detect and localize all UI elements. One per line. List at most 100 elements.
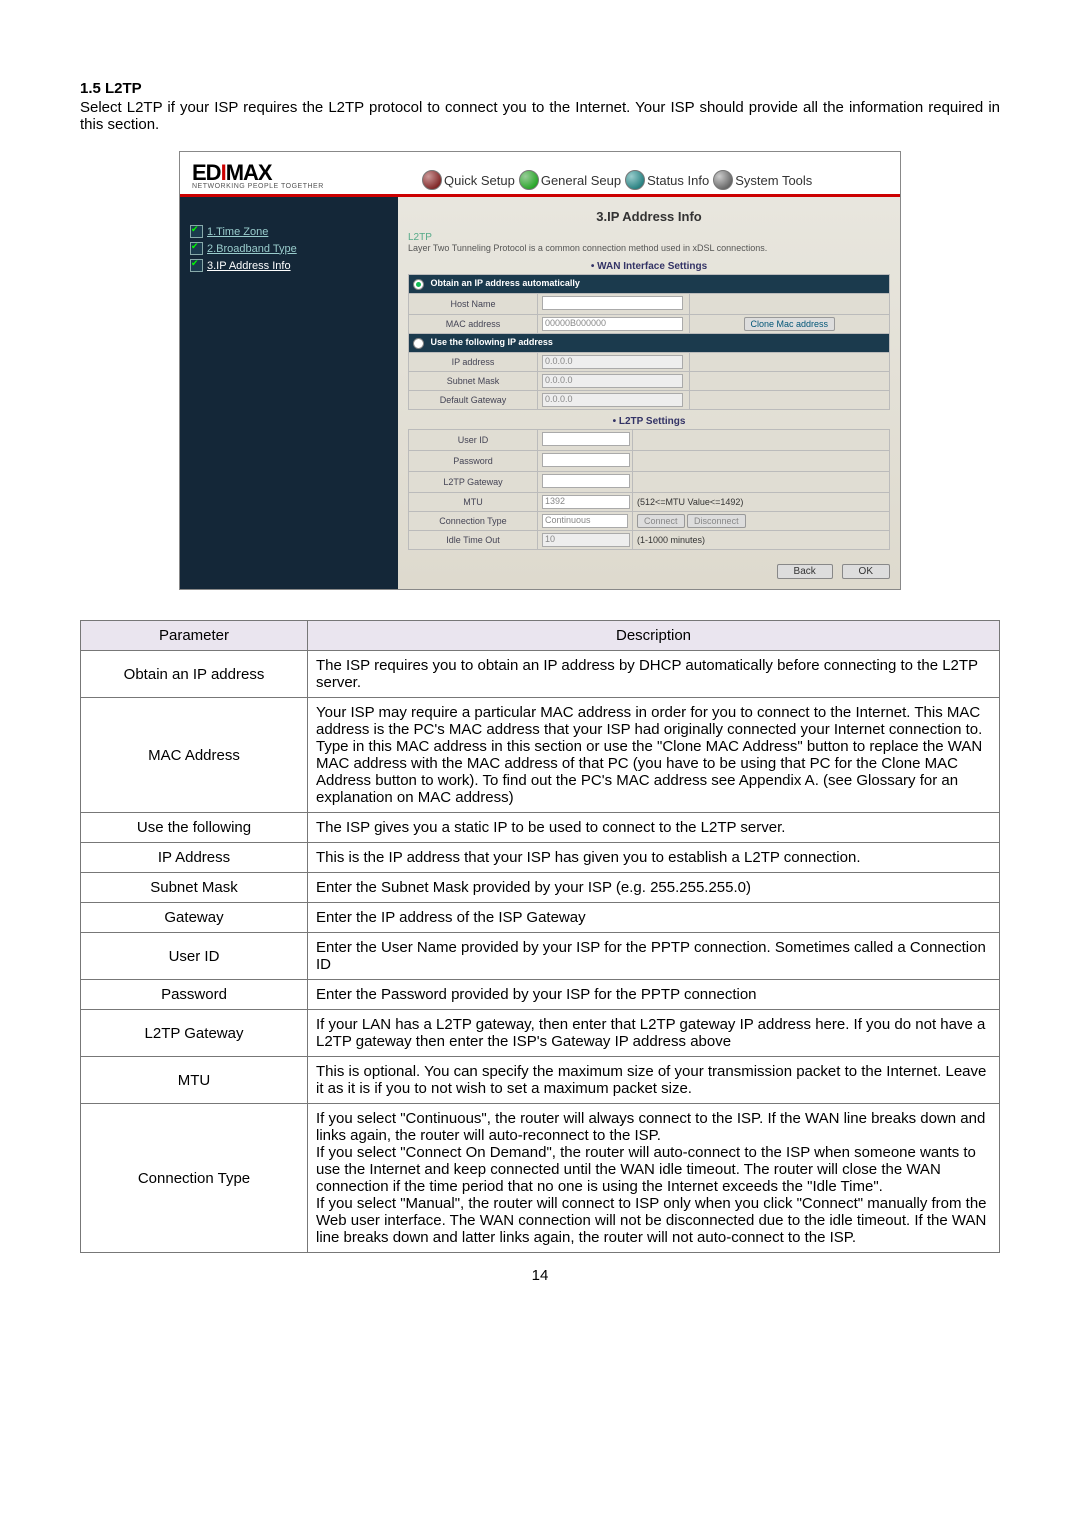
protocol-name: L2TP — [408, 232, 890, 243]
mtu-input[interactable]: 1392 — [542, 495, 630, 509]
connection-type-label: Connection Type — [409, 512, 538, 531]
globe-icon — [422, 170, 442, 190]
desc-header: Description — [308, 621, 1000, 651]
tab-label: General Seup — [541, 173, 621, 188]
default-gateway-label: Default Gateway — [409, 391, 538, 410]
desc-cell: The ISP gives you a static IP to be used… — [308, 813, 1000, 843]
wan-settings-table: Obtain an IP address automatically Host … — [408, 274, 890, 410]
connection-type-select[interactable]: Continuous — [542, 514, 628, 528]
router-screenshot: EDIMAX NETWORKING PEOPLE TOGETHER Quick … — [179, 151, 901, 590]
content-title: 3.IP Address Info — [408, 209, 890, 224]
param-cell: MAC Address — [81, 698, 308, 813]
router-sidebar: 1.Time Zone 2.Broadband Type 3.IP Addres… — [180, 197, 398, 589]
tab-system-tools[interactable]: System Tools — [713, 170, 812, 190]
tab-quick-setup[interactable]: Quick Setup — [422, 170, 515, 190]
table-row: User IDEnter the User Name provided by y… — [81, 933, 1000, 980]
l2tp-gateway-input[interactable] — [542, 474, 630, 488]
router-content: 3.IP Address Info L2TP Layer Two Tunneli… — [398, 197, 900, 589]
gear-icon — [519, 170, 539, 190]
table-row: Subnet MaskEnter the Subnet Mask provide… — [81, 873, 1000, 903]
check-icon — [190, 225, 203, 238]
router-header: EDIMAX NETWORKING PEOPLE TOGETHER Quick … — [180, 152, 900, 197]
param-cell: Use the following — [81, 813, 308, 843]
sidebar-item-label: 2.Broadband Type — [207, 243, 297, 255]
radio-on-icon — [413, 279, 424, 290]
disconnect-button[interactable]: Disconnect — [687, 514, 746, 528]
wrench-icon — [713, 170, 733, 190]
password-input[interactable] — [542, 453, 630, 467]
clone-mac-button[interactable]: Clone Mac address — [744, 317, 836, 331]
tab-status-info[interactable]: Status Info — [625, 170, 709, 190]
param-cell: L2TP Gateway — [81, 1010, 308, 1057]
tab-label: Quick Setup — [444, 173, 515, 188]
radio-obtain-ip[interactable]: Obtain an IP address automatically — [409, 275, 890, 294]
desc-cell: If you select "Continuous", the router w… — [308, 1104, 1000, 1253]
check-icon — [190, 242, 203, 255]
l2tp-gateway-label: L2TP Gateway — [409, 472, 538, 493]
tab-label: System Tools — [735, 173, 812, 188]
wan-settings-heading: • WAN Interface Settings — [408, 261, 890, 272]
radio-label: Obtain an IP address automatically — [431, 278, 580, 288]
desc-cell: Enter the Password provided by your ISP … — [308, 980, 1000, 1010]
mtu-hint: (512<=MTU Value<=1492) — [633, 493, 890, 512]
mtu-label: MTU — [409, 493, 538, 512]
password-label: Password — [409, 451, 538, 472]
table-row: PasswordEnter the Password provided by y… — [81, 980, 1000, 1010]
idle-time-out-input[interactable]: 10 — [542, 533, 630, 547]
table-row: L2TP GatewayIf your LAN has a L2TP gatew… — [81, 1010, 1000, 1057]
desc-cell: This is optional. You can specify the ma… — [308, 1057, 1000, 1104]
l2tp-settings-heading: • L2TP Settings — [408, 416, 890, 427]
table-row: Obtain an IP addressThe ISP requires you… — [81, 651, 1000, 698]
sidebar-item-broadband-type[interactable]: 2.Broadband Type — [190, 242, 390, 255]
table-row: Connection TypeIf you select "Continuous… — [81, 1104, 1000, 1253]
ip-address-label: IP address — [409, 353, 538, 372]
mac-address-label: MAC address — [409, 315, 538, 334]
desc-cell: Enter the Subnet Mask provided by your I… — [308, 873, 1000, 903]
sidebar-item-label: 1.Time Zone — [207, 226, 268, 238]
subnet-mask-label: Subnet Mask — [409, 372, 538, 391]
back-button[interactable]: Back — [777, 564, 833, 579]
l2tp-settings-table: User ID Password L2TP Gateway MTU 1392 — [408, 429, 890, 550]
user-id-input[interactable] — [542, 432, 630, 446]
info-icon — [625, 170, 645, 190]
connect-button[interactable]: Connect — [637, 514, 685, 528]
table-row: MAC AddressYour ISP may require a partic… — [81, 698, 1000, 813]
protocol-desc: Layer Two Tunneling Protocol is a common… — [408, 243, 890, 253]
desc-cell: Enter the User Name provided by your ISP… — [308, 933, 1000, 980]
router-logo: EDIMAX NETWORKING PEOPLE TOGETHER — [180, 152, 398, 194]
param-cell: Connection Type — [81, 1104, 308, 1253]
section-title: 1.5 L2TP — [80, 80, 1000, 97]
table-row: MTUThis is optional. You can specify the… — [81, 1057, 1000, 1104]
param-header: Parameter — [81, 621, 308, 651]
idle-hint: (1-1000 minutes) — [633, 531, 890, 550]
param-cell: Gateway — [81, 903, 308, 933]
param-cell: Subnet Mask — [81, 873, 308, 903]
tab-general-setup[interactable]: General Seup — [519, 170, 621, 190]
radio-label: Use the following IP address — [431, 337, 553, 347]
radio-use-following-ip[interactable]: Use the following IP address — [409, 334, 890, 353]
desc-cell: Enter the IP address of the ISP Gateway — [308, 903, 1000, 933]
desc-cell: Your ISP may require a particular MAC ad… — [308, 698, 1000, 813]
table-row: IP AddressThis is the IP address that yo… — [81, 843, 1000, 873]
sidebar-item-label: 3.IP Address Info — [207, 260, 291, 272]
desc-cell: This is the IP address that your ISP has… — [308, 843, 1000, 873]
ok-button[interactable]: OK — [842, 564, 890, 579]
host-name-label: Host Name — [409, 294, 538, 315]
table-row: Use the followingThe ISP gives you a sta… — [81, 813, 1000, 843]
tab-label: Status Info — [647, 173, 709, 188]
check-icon — [190, 259, 203, 272]
idle-time-out-label: Idle Time Out — [409, 531, 538, 550]
param-cell: IP Address — [81, 843, 308, 873]
param-cell: Obtain an IP address — [81, 651, 308, 698]
router-logo-subtitle: NETWORKING PEOPLE TOGETHER — [192, 183, 392, 190]
param-cell: MTU — [81, 1057, 308, 1104]
desc-cell: The ISP requires you to obtain an IP add… — [308, 651, 1000, 698]
default-gateway-input[interactable]: 0.0.0.0 — [542, 393, 683, 407]
param-cell: User ID — [81, 933, 308, 980]
sidebar-item-time-zone[interactable]: 1.Time Zone — [190, 225, 390, 238]
subnet-mask-input[interactable]: 0.0.0.0 — [542, 374, 683, 388]
ip-address-input[interactable]: 0.0.0.0 — [542, 355, 683, 369]
mac-address-input[interactable]: 00000B000000 — [542, 317, 683, 331]
sidebar-item-ip-address-info[interactable]: 3.IP Address Info — [190, 259, 390, 272]
host-name-input[interactable] — [542, 296, 683, 310]
